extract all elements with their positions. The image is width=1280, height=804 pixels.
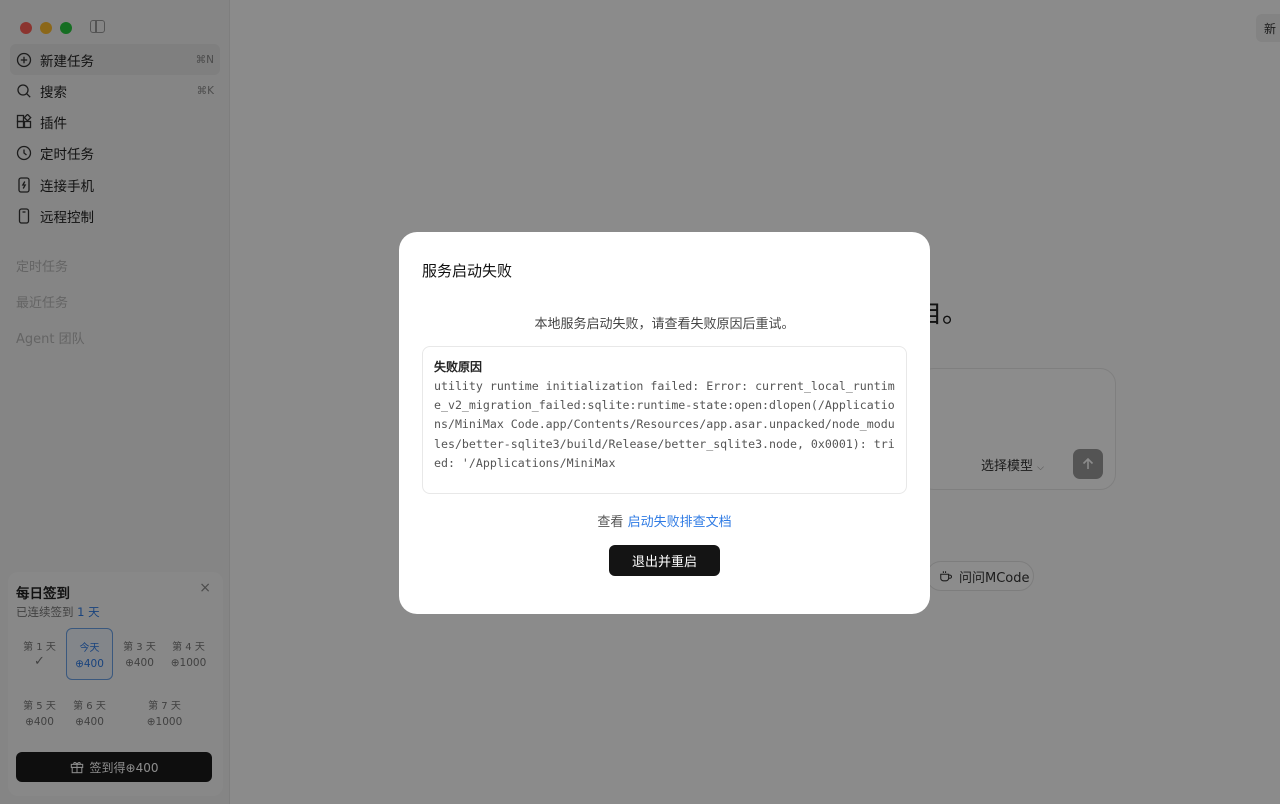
dialog-description: 本地服务启动失败，请查看失败原因后重试。 bbox=[534, 317, 795, 332]
troubleshoot-doc-link[interactable]: 启动失败排查文档 bbox=[628, 515, 732, 530]
dialog-title: 服务启动失败 bbox=[422, 262, 513, 280]
failure-reason-box[interactable]: 失败原因 utility runtime initialization fail… bbox=[422, 346, 907, 494]
troubleshoot-prefix: 查看 bbox=[597, 515, 624, 530]
troubleshoot-line: 查看 启动失败排查文档 bbox=[399, 511, 930, 530]
failure-reason-text: utility runtime initialization failed: E… bbox=[434, 379, 895, 470]
startup-failed-dialog: 服务启动失败 本地服务启动失败，请查看失败原因后重试。 失败原因 utility… bbox=[399, 232, 930, 614]
quit-and-restart-button[interactable]: 退出并重启 bbox=[609, 545, 720, 576]
failure-reason-label: 失败原因 bbox=[434, 360, 483, 374]
